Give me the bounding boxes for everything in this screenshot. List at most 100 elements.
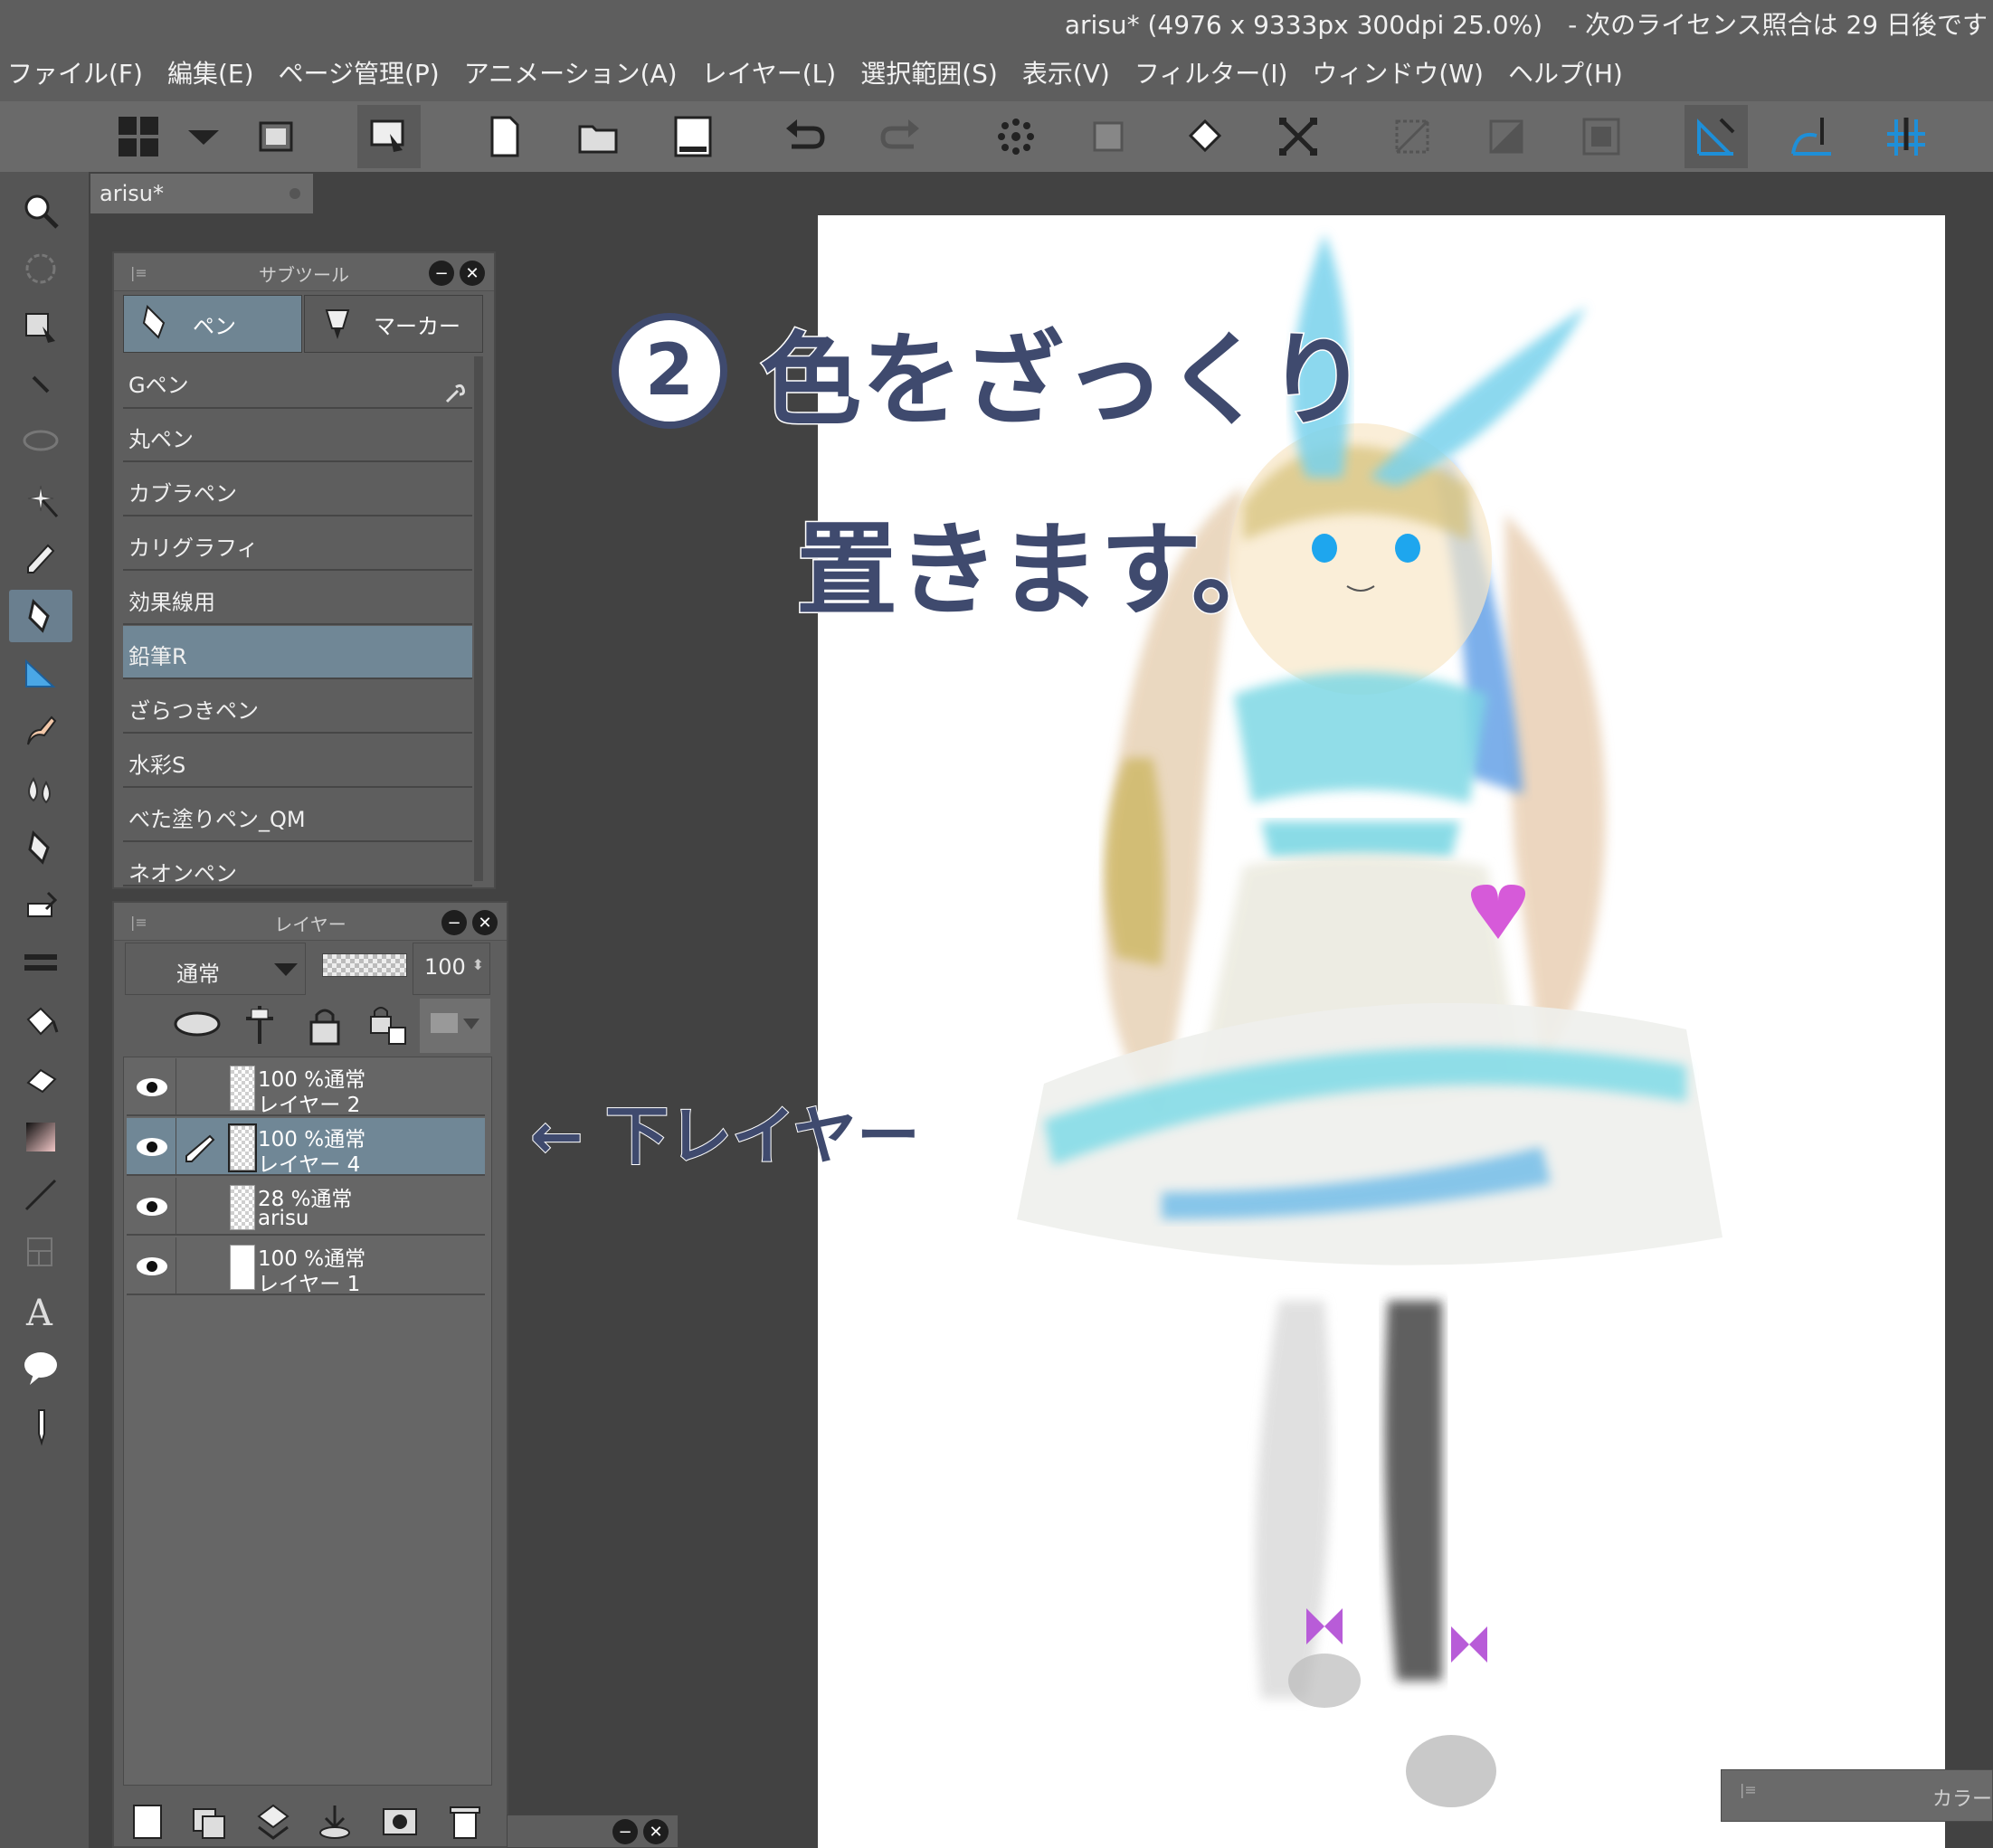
transform-x-icon[interactable] — [1267, 105, 1330, 168]
fit-screen-icon[interactable] — [244, 105, 308, 168]
ruler-icon[interactable] — [1685, 105, 1748, 168]
subtool-item-label: 水彩S — [128, 753, 186, 778]
eyedropper-icon[interactable] — [9, 532, 72, 584]
subtool-item-label: ネオンペン — [128, 861, 237, 886]
subtool-item-calligraphy[interactable]: カリグラフィ — [123, 517, 472, 571]
undo-icon[interactable] — [773, 105, 837, 168]
close-icon[interactable]: ✕ — [460, 261, 485, 286]
brush-tool-icon[interactable] — [9, 706, 72, 758]
lock-transparent-icon[interactable] — [365, 1002, 411, 1047]
merge-down-icon[interactable] — [251, 1800, 295, 1843]
balloon-icon[interactable] — [9, 1342, 72, 1395]
eye-icon[interactable] — [134, 1136, 170, 1158]
menu-help[interactable]: ヘルプ(H) — [1508, 54, 1623, 90]
eye-icon[interactable] — [134, 1076, 170, 1098]
hand-edit-icon[interactable] — [357, 105, 421, 168]
blend-mode-select[interactable]: 通常 — [125, 943, 306, 995]
text-tool-icon[interactable]: A — [9, 1284, 72, 1337]
subtool-item-neon[interactable]: ネオンペン — [123, 843, 472, 886]
eraser-icon[interactable] — [9, 879, 72, 932]
menu-filter[interactable]: フィルター(I) — [1134, 54, 1288, 90]
close-icon[interactable]: ✕ — [472, 910, 498, 935]
lock-icon[interactable] — [302, 1002, 347, 1047]
grid-layout-icon[interactable] — [107, 105, 170, 168]
settings-wrench-icon[interactable] — [443, 382, 467, 405]
subtool-item-kabura[interactable]: カブラペン — [123, 463, 472, 516]
stamp-icon[interactable] — [9, 1053, 72, 1105]
subtool-item-watercolor[interactable]: 水彩S — [123, 734, 472, 788]
auto-select-icon[interactable] — [9, 474, 72, 526]
border-icon[interactable] — [1381, 105, 1444, 168]
panel-menu-icon[interactable]: |≡ — [1740, 1781, 1757, 1798]
layer-row[interactable]: 28 %通常 arisu — [127, 1178, 485, 1236]
correct-line-icon[interactable] — [9, 1400, 72, 1453]
menu-page[interactable]: ページ管理(P) — [279, 54, 440, 90]
subtool-item-maru[interactable]: 丸ペン — [123, 409, 472, 462]
curve-icon[interactable] — [1780, 105, 1844, 168]
menu-window[interactable]: ウィンドウ(W) — [1312, 54, 1484, 90]
subtool-item-rough-pen[interactable]: ざらつきペン — [123, 680, 472, 734]
tab-marker[interactable]: マーカー — [304, 295, 483, 353]
delete-layer-icon[interactable] — [443, 1800, 487, 1843]
open-folder-icon[interactable] — [567, 105, 631, 168]
dots-icon[interactable] — [984, 105, 1048, 168]
pencil-tool-icon[interactable] — [9, 648, 72, 700]
lasso-icon[interactable] — [9, 416, 72, 469]
fill-icon[interactable] — [1172, 105, 1236, 168]
redo-icon[interactable] — [868, 105, 932, 168]
decoration-icon[interactable] — [9, 821, 72, 874]
opacity-input[interactable]: 100 ⬍ — [413, 943, 490, 995]
line-tool-icon[interactable] — [9, 1169, 72, 1221]
operation-icon[interactable] — [9, 300, 72, 353]
dropdown-icon[interactable] — [172, 105, 235, 168]
subtool-item-fill-pen[interactable]: べた塗りペン_QM — [123, 789, 472, 842]
subtool-item-gpen[interactable]: Gペン — [123, 355, 472, 409]
minimize-icon[interactable]: − — [441, 910, 467, 935]
gradient-tool-icon[interactable] — [9, 1111, 72, 1163]
reference-layer-icon[interactable] — [237, 1002, 282, 1047]
menu-layer[interactable]: レイヤー(L) — [702, 54, 837, 90]
eye-icon[interactable] — [134, 1196, 170, 1218]
menu-selection[interactable]: 選択範囲(S) — [860, 54, 998, 90]
subtool-scrollbar[interactable] — [474, 356, 483, 881]
minimize-icon[interactable]: − — [429, 261, 454, 286]
layer-row-selected[interactable]: 100 %通常 レイヤー 4 — [127, 1118, 485, 1177]
blend-icon[interactable] — [9, 937, 72, 990]
menu-view[interactable]: 表示(V) — [1022, 54, 1110, 90]
grid-icon[interactable] — [1570, 105, 1633, 168]
transform-icon[interactable] — [1077, 105, 1140, 168]
fill-tool-icon[interactable] — [9, 995, 72, 1047]
menu-animation[interactable]: アニメーション(A) — [464, 54, 678, 90]
close-tab-icon[interactable] — [289, 188, 300, 199]
layer-row[interactable]: 100 %通常 レイヤー 1 — [127, 1237, 485, 1296]
opacity-slider[interactable] — [322, 953, 407, 977]
menu-file[interactable]: ファイル(F) — [7, 54, 143, 90]
menu-edit[interactable]: 編集(E) — [167, 54, 254, 90]
drawing-canvas[interactable] — [818, 215, 1945, 1848]
subtool-item-effect-line[interactable]: 効果線用 — [123, 572, 472, 625]
document-tab[interactable]: arisu* — [90, 174, 313, 213]
transfer-down-icon[interactable] — [313, 1800, 356, 1843]
rotate-icon[interactable] — [9, 242, 72, 295]
minimize-icon[interactable]: − — [612, 1819, 638, 1844]
save-icon[interactable] — [661, 105, 725, 168]
new-folder-icon[interactable] — [188, 1800, 232, 1843]
new-raster-layer-icon[interactable] — [127, 1800, 170, 1843]
airbrush-icon[interactable] — [9, 763, 72, 816]
move-layer-icon[interactable] — [9, 358, 72, 411]
eye-icon[interactable] — [134, 1256, 170, 1277]
frame-icon[interactable] — [9, 1227, 72, 1279]
clip-layer-icon[interactable] — [170, 1002, 224, 1047]
close-icon[interactable]: ✕ — [643, 1819, 669, 1844]
subtool-item-pencil-r[interactable]: 鉛筆R — [123, 626, 472, 679]
perspective-icon[interactable] — [1874, 105, 1938, 168]
mask-layer-button[interactable] — [420, 999, 490, 1053]
layer-row[interactable]: 100 %通常 レイヤー 2 — [127, 1058, 485, 1117]
tab-pen[interactable]: ペン — [123, 295, 302, 353]
new-file-icon[interactable] — [472, 105, 536, 168]
layer-mask-icon[interactable] — [378, 1800, 422, 1843]
gradient-icon[interactable] — [1475, 105, 1538, 168]
zoom-icon[interactable] — [9, 185, 72, 237]
pen-tool-icon[interactable] — [9, 590, 72, 642]
stepper-icon[interactable]: ⬍ — [472, 956, 484, 973]
